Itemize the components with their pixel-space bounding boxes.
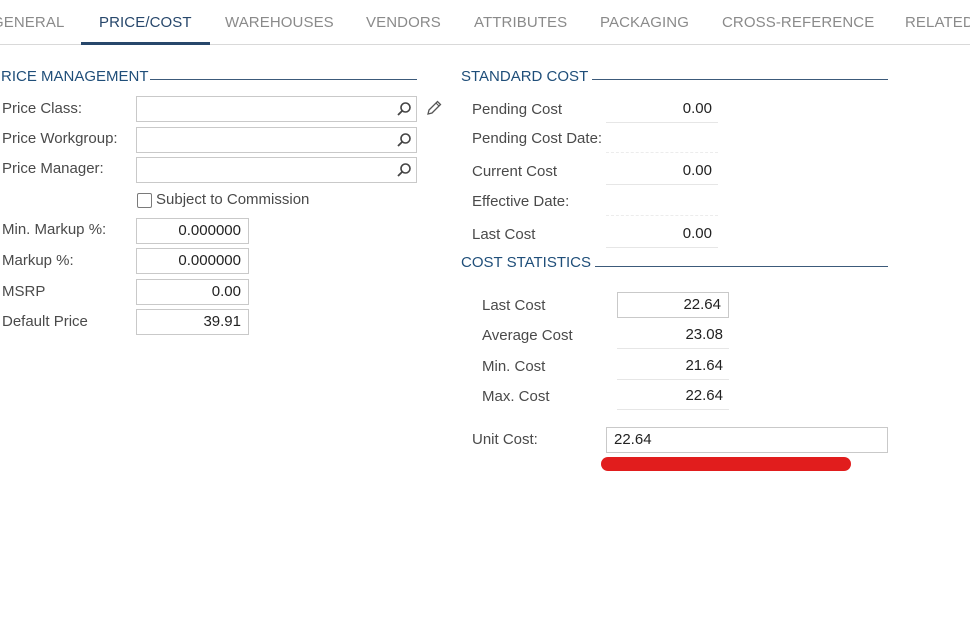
msrp-input[interactable]: 0.00 (136, 279, 249, 305)
average-cost-value: 23.08 (617, 322, 729, 349)
subject-to-commission-checkbox[interactable] (137, 193, 152, 208)
min-cost-value: 21.64 (617, 353, 729, 380)
pending-cost-date-label: Pending Cost Date: (472, 130, 603, 147)
stat-last-cost-field: 22.64 (617, 292, 729, 318)
max-cost-label: Max. Cost (482, 388, 550, 405)
price-workgroup-label: Price Workgroup: (2, 130, 118, 147)
price-class-label: Price Class: (2, 100, 83, 117)
tab-packaging[interactable]: PACKAGING (600, 0, 689, 45)
stat-last-cost-label: Last Cost (482, 297, 546, 314)
section-divider (595, 266, 888, 267)
price-class-field[interactable] (136, 96, 417, 122)
tab-cross-reference[interactable]: CROSS-REFERENCE (722, 0, 874, 45)
average-cost-label: Average Cost (482, 327, 573, 344)
search-icon[interactable] (396, 162, 412, 178)
tab-price-cost[interactable]: PRICE/COST (81, 0, 210, 45)
pending-cost-label: Pending Cost (472, 101, 563, 118)
effective-date-value (606, 189, 718, 216)
standard-cost-title: STANDARD COST (461, 68, 589, 85)
default-price-input[interactable]: 39.91 (136, 309, 249, 335)
cost-statistics-title: COST STATISTICS (461, 254, 592, 271)
price-manager-field[interactable] (136, 157, 417, 183)
tab-vendors[interactable]: VENDORS (366, 0, 441, 45)
tab-attributes[interactable]: ATTRIBUTES (474, 0, 567, 45)
price-management-title: RICE MANAGEMENT (1, 68, 149, 85)
tab-warehouses[interactable]: WAREHOUSES (225, 0, 334, 45)
section-divider (592, 79, 888, 80)
subject-to-commission-label[interactable]: Subject to Commission (156, 191, 309, 208)
markup-input[interactable]: 0.000000 (136, 248, 249, 274)
tab-general[interactable]: GENERAL (0, 0, 64, 45)
pending-cost-value: 0.00 (606, 96, 718, 123)
search-icon[interactable] (396, 101, 412, 117)
section-divider (150, 79, 417, 80)
min-cost-label: Min. Cost (482, 358, 546, 375)
pencil-icon[interactable] (426, 100, 442, 116)
min-markup-label: Min. Markup %: (2, 221, 107, 238)
unit-cost-input[interactable]: 22.64 (606, 427, 888, 453)
highlight-underline-mark (601, 457, 851, 471)
last-cost-value: 0.00 (606, 221, 718, 248)
price-manager-label: Price Manager: (2, 160, 104, 177)
min-markup-input[interactable]: 0.000000 (136, 218, 249, 244)
msrp-label: MSRP (2, 283, 46, 300)
current-cost-value: 0.00 (606, 158, 718, 185)
search-icon[interactable] (396, 132, 412, 148)
unit-cost-label: Unit Cost: (472, 431, 538, 448)
pending-cost-date-value (606, 126, 718, 153)
price-workgroup-field[interactable] (136, 127, 417, 153)
tab-bar: GENERAL PRICE/COST WAREHOUSES VENDORS AT… (0, 0, 970, 45)
current-cost-label: Current Cost (472, 163, 558, 180)
default-price-label: Default Price (2, 313, 88, 330)
last-cost-label: Last Cost (472, 226, 536, 243)
tab-related[interactable]: RELATED (905, 0, 970, 45)
max-cost-value: 22.64 (617, 383, 729, 410)
markup-label: Markup %: (2, 252, 74, 269)
effective-date-label: Effective Date: (472, 193, 570, 210)
